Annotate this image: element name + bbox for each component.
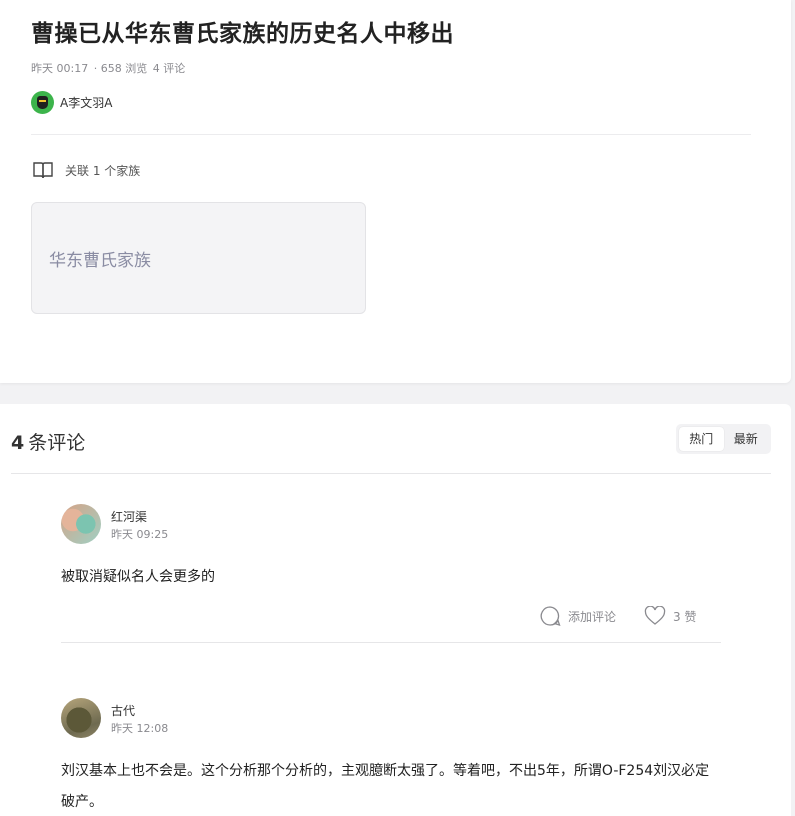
post-time: 昨天 00:17 bbox=[31, 62, 89, 75]
heart-icon bbox=[644, 606, 666, 625]
comments-count: 4 bbox=[11, 432, 25, 454]
comment-author[interactable]: 古代 bbox=[111, 702, 135, 719]
divider bbox=[61, 642, 721, 643]
post-comments-count: 4 评论 bbox=[152, 62, 186, 75]
post-card: 曹操已从华东曹氏家族的历史名人中移出 昨天 00:17 · 658 浏览 4 评… bbox=[0, 0, 791, 383]
comment-time: 昨天 09:25 bbox=[111, 528, 169, 541]
author-name[interactable]: A李文羽A bbox=[60, 94, 112, 111]
comment-actions: 添加评论 3 赞 bbox=[539, 604, 696, 628]
avatar[interactable] bbox=[61, 504, 101, 544]
tab-hot[interactable]: 热门 bbox=[679, 427, 724, 451]
comment-author[interactable]: 红河渠 bbox=[111, 508, 147, 525]
comment-text: 刘汉基本上也不会是。这个分析那个分析的，主观臆断太强了。等着吧，不出5年，所谓O… bbox=[61, 763, 710, 810]
comment-sort-tabs: 热门 最新 bbox=[676, 424, 771, 454]
add-reply-label: 添加评论 bbox=[568, 609, 617, 624]
book-icon bbox=[33, 162, 53, 179]
divider bbox=[31, 134, 751, 135]
post-meta: 昨天 00:17 · 658 浏览 4 评论 bbox=[31, 60, 187, 76]
comments-card: 4 条评论 热门 最新 红河渠 昨天 09:25 被取消疑似名人会更多的 添加评论… bbox=[0, 404, 791, 816]
post-views: · 658 浏览 bbox=[93, 62, 148, 75]
comments-heading: 4 条评论 bbox=[11, 428, 85, 455]
like-button[interactable]: 3 赞 bbox=[644, 606, 696, 626]
comment-time: 昨天 12:08 bbox=[111, 722, 169, 735]
avatar[interactable] bbox=[61, 698, 101, 738]
post-title: 曹操已从华东曹氏家族的历史名人中移出 bbox=[31, 21, 454, 47]
divider bbox=[11, 473, 771, 474]
add-reply-button[interactable]: 添加评论 bbox=[539, 605, 616, 627]
tab-latest[interactable]: 最新 bbox=[724, 427, 769, 451]
family-name[interactable]: 华东曹氏家族 bbox=[49, 246, 151, 271]
comments-label: 条评论 bbox=[28, 432, 86, 454]
comment-bubble-icon bbox=[540, 606, 561, 626]
comment-text: 被取消疑似名人会更多的 bbox=[61, 569, 215, 585]
author-avatar[interactable] bbox=[31, 90, 54, 114]
like-count: 3 赞 bbox=[673, 609, 697, 624]
family-card[interactable]: 华东曹氏家族 bbox=[31, 202, 366, 314]
post-author[interactable]: A李文羽A bbox=[31, 90, 112, 114]
related-families-header: 关联 1 个家族 bbox=[33, 160, 140, 180]
related-label: 关联 1 个家族 bbox=[65, 163, 141, 178]
